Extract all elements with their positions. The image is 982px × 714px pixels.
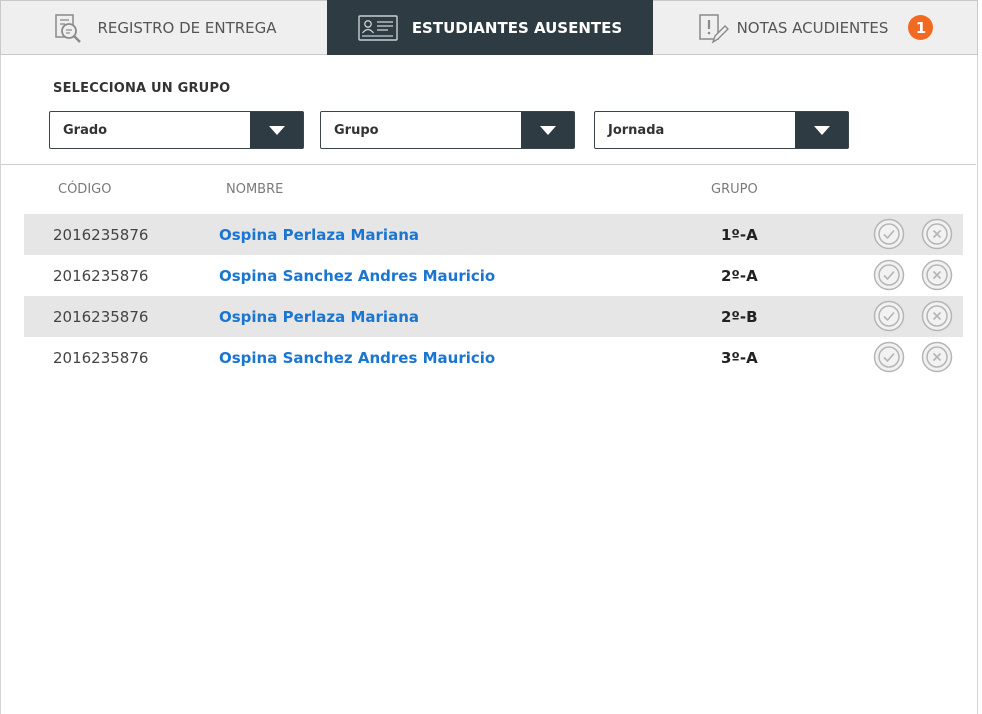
grupo-cell: 2º-A [721,266,758,285]
close-circle-icon[interactable] [921,300,953,332]
header-codigo: CÓDIGO [58,182,112,197]
table-row: 2016235876 Ospina Sanchez Andres Maurici… [24,337,963,378]
chevron-down-icon [250,112,303,148]
check-circle-icon[interactable] [873,218,905,250]
students-table: 2016235876 Ospina Perlaza Mariana 1º-A 2… [24,214,963,378]
student-name-link[interactable]: Ospina Perlaza Mariana [219,214,419,255]
student-name-link[interactable]: Ospina Sanchez Andres Mauricio [219,255,495,296]
tab-ausentes-label: ESTUDIANTES AUSENTES [411,18,623,37]
grupo-cell: 3º-A [721,348,758,367]
chevron-down-icon [795,112,848,148]
header-grupo: GRUPO [711,182,758,197]
table-row: 2016235876 Ospina Perlaza Mariana 1º-A [24,214,963,255]
codigo-cell: 2016235876 [53,266,149,285]
jornada-select-value: Jornada [608,122,665,138]
grado-select[interactable]: Grado [49,111,304,149]
grupo-cell: 2º-B [721,307,758,326]
codigo-cell: 2016235876 [53,307,149,326]
table-row: 2016235876 Ospina Sanchez Andres Maurici… [24,255,963,296]
tab-registro-de-entrega[interactable]: REGISTRO DE ENTREGA [0,0,327,55]
header-nombre: NOMBRE [226,182,284,197]
document-search-icon [51,13,83,43]
divider [0,164,976,165]
grupo-select[interactable]: Grupo [320,111,575,149]
close-circle-icon[interactable] [921,218,953,250]
student-name-link[interactable]: Ospina Perlaza Mariana [219,296,419,337]
close-circle-icon[interactable] [921,259,953,291]
table-row: 2016235876 Ospina Perlaza Mariana 2º-B [24,296,963,337]
tab-registro-label: REGISTRO DE ENTREGA [97,18,277,37]
codigo-cell: 2016235876 [53,348,149,367]
tab-bar: REGISTRO DE ENTREGA ESTUDIANTES AUSENTES [0,0,978,55]
check-circle-icon[interactable] [873,300,905,332]
check-circle-icon[interactable] [873,341,905,373]
tab-notas-acudientes[interactable]: NOTAS ACUDIENTES 1 [653,0,978,55]
id-card-icon [358,14,398,41]
chevron-down-icon [521,112,574,148]
tab-notas-label: NOTAS ACUDIENTES [736,18,889,37]
student-name-link[interactable]: Ospina Sanchez Andres Mauricio [219,337,495,378]
codigo-cell: 2016235876 [53,225,149,244]
filters-label: SELECCIONA UN GRUPO [53,81,231,96]
check-circle-icon[interactable] [873,259,905,291]
grupo-cell: 1º-A [721,225,758,244]
jornada-select[interactable]: Jornada [594,111,849,149]
close-circle-icon[interactable] [921,341,953,373]
tab-estudiantes-ausentes[interactable]: ESTUDIANTES AUSENTES [327,0,653,55]
note-alert-icon [697,12,729,44]
grupo-select-value: Grupo [334,122,379,138]
notification-badge: 1 [908,15,934,40]
grado-select-value: Grado [63,122,108,138]
